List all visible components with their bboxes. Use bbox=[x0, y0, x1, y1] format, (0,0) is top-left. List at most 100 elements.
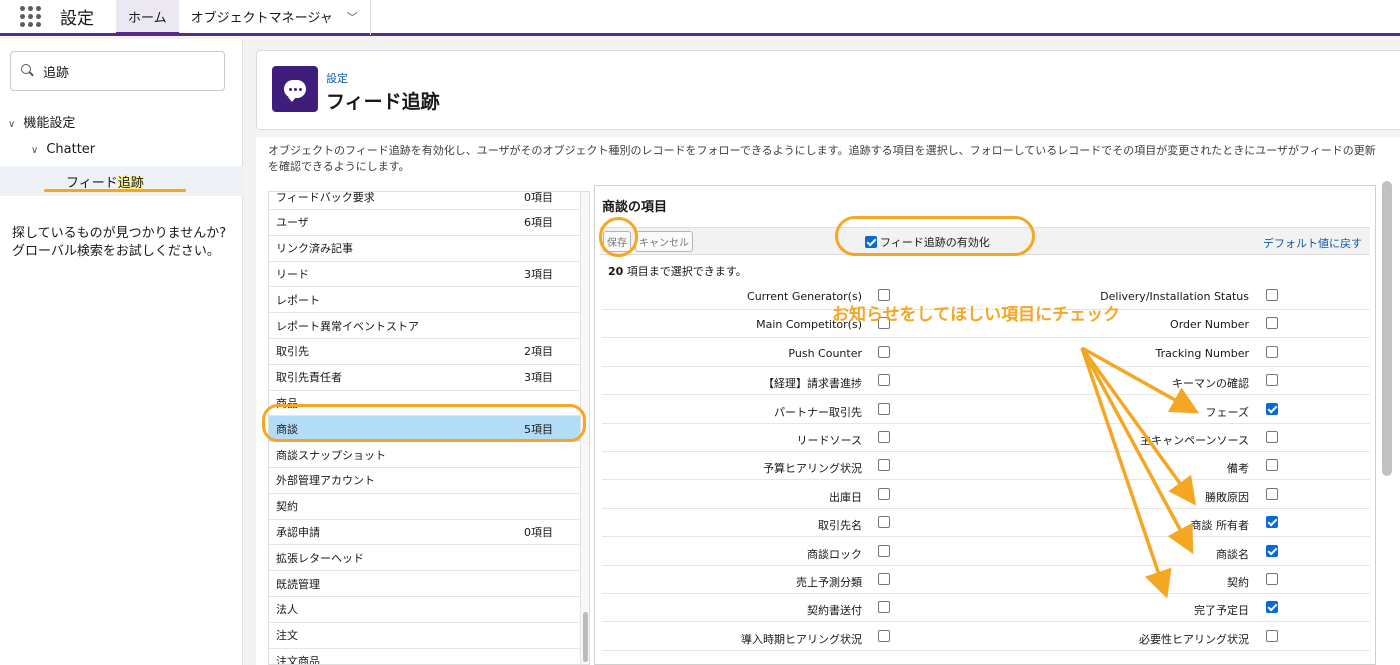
tab-object-manager[interactable]: オブジェクトマネージャ ﹀ bbox=[179, 0, 371, 35]
object-field-count: 0項目 bbox=[524, 525, 553, 539]
object-list-item[interactable]: 取引先責任者 3項目 bbox=[269, 365, 581, 391]
field-label: 予算ヒアリング状況 bbox=[763, 462, 862, 476]
object-list-item[interactable]: 法人 bbox=[269, 597, 581, 623]
field-checkbox[interactable] bbox=[878, 487, 890, 500]
tree-item-label: Chatter bbox=[46, 142, 96, 157]
field-checkbox[interactable] bbox=[1266, 345, 1278, 358]
object-list-item[interactable]: レポート異常イベントストア bbox=[269, 313, 581, 339]
field-checkbox[interactable] bbox=[878, 516, 890, 529]
object-list-item[interactable]: 商談スナップショット bbox=[269, 442, 581, 468]
field-checkbox[interactable] bbox=[1266, 544, 1278, 557]
object-name: リンク済み記事 bbox=[276, 242, 353, 256]
object-list-item[interactable]: フィードバック要求 0項目 bbox=[269, 191, 581, 210]
object-list-item[interactable]: 外部管理アカウント bbox=[269, 468, 581, 494]
field-checkbox[interactable] bbox=[1266, 459, 1278, 472]
field-row: 契約書送付 完了予定日 bbox=[602, 594, 1370, 623]
page-title: フィード追跡 bbox=[326, 91, 440, 113]
object-name: 商談 bbox=[276, 422, 298, 436]
field-checkbox[interactable] bbox=[1266, 601, 1278, 614]
field-checkbox[interactable] bbox=[878, 459, 890, 472]
field-checkbox[interactable] bbox=[1266, 629, 1278, 642]
app-launcher-icon[interactable] bbox=[18, 5, 42, 29]
field-checkbox[interactable] bbox=[878, 573, 890, 585]
object-list-item[interactable]: 注文 bbox=[269, 623, 581, 649]
main-content: オブジェクトのフィード追跡を有効化し、ユーザがそのオブジェクト種別のレコードをフ… bbox=[256, 137, 1400, 665]
global-header: 設定 ホーム オブジェクトマネージャ ﹀ bbox=[0, 0, 1400, 36]
chevron-down-icon: ∨ bbox=[31, 145, 39, 156]
object-list-scrollbar[interactable] bbox=[580, 192, 589, 664]
object-list-item[interactable]: 拡張レターヘッド bbox=[269, 545, 581, 572]
field-checkbox[interactable] bbox=[1266, 289, 1278, 301]
field-label: 取引先名 bbox=[818, 519, 862, 533]
restore-defaults-link[interactable]: デフォルト値に戻す bbox=[1263, 235, 1362, 251]
field-label: リードソース bbox=[796, 434, 862, 447]
field-checkbox[interactable] bbox=[878, 345, 890, 358]
object-list-item[interactable]: レポート bbox=[269, 287, 581, 314]
field-row: 取引先名 商談 所有者 bbox=[602, 509, 1370, 538]
field-label: 出庫日 bbox=[829, 490, 862, 504]
object-list-item[interactable]: 既読管理 bbox=[269, 571, 581, 597]
field-row: 予算ヒアリング状況 備考 bbox=[602, 452, 1370, 481]
object-list-item[interactable]: 商談 5項目 bbox=[269, 416, 581, 443]
cancel-button[interactable]: キャンセル bbox=[635, 231, 693, 252]
object-name: ユーザ bbox=[276, 216, 309, 230]
object-list-item[interactable]: 注文商品 bbox=[269, 648, 581, 664]
enable-feed-tracking[interactable]: フィード追跡の有効化 bbox=[865, 234, 990, 250]
field-checkbox[interactable] bbox=[878, 601, 890, 614]
field-row: 売上予測分類 契約 bbox=[602, 566, 1370, 594]
object-field-count: 0項目 bbox=[524, 191, 553, 204]
breadcrumb[interactable]: 設定 bbox=[326, 70, 348, 86]
chevron-down-icon[interactable]: ﹀ bbox=[347, 9, 358, 25]
scrollbar-thumb[interactable] bbox=[583, 612, 588, 662]
object-name: 拡張レターヘッド bbox=[276, 551, 364, 565]
chevron-down-icon: ∨ bbox=[8, 119, 16, 130]
field-checkbox[interactable] bbox=[878, 431, 890, 443]
field-row: 導入時期ヒアリング状況 必要性ヒアリング状況 bbox=[602, 623, 1370, 651]
object-list-item[interactable]: リンク済み記事 bbox=[269, 236, 581, 262]
quick-find-box[interactable] bbox=[10, 51, 225, 91]
field-row: Push Counter Tracking Number bbox=[602, 339, 1370, 367]
object-name: 法人 bbox=[276, 603, 298, 617]
page-scrollbar[interactable] bbox=[1382, 181, 1392, 476]
object-list-item[interactable]: 契約 bbox=[269, 494, 581, 520]
field-checkbox[interactable] bbox=[1266, 487, 1278, 500]
object-field-count: 3項目 bbox=[524, 371, 553, 385]
field-checkbox[interactable] bbox=[1266, 516, 1278, 529]
object-list-item[interactable]: 取引先 2項目 bbox=[269, 339, 581, 365]
object-list-item[interactable]: 商品 bbox=[269, 390, 581, 417]
object-list-item[interactable]: 承認申請 0項目 bbox=[269, 519, 581, 546]
object-list-item[interactable]: ユーザ 6項目 bbox=[269, 210, 581, 236]
field-row: パートナー取引先 フェーズ bbox=[602, 396, 1370, 424]
object-name: 契約 bbox=[276, 500, 298, 514]
search-icon bbox=[21, 64, 35, 78]
field-checkbox[interactable] bbox=[878, 544, 890, 557]
field-checkbox[interactable] bbox=[878, 402, 890, 415]
field-label: Tracking Number bbox=[1155, 346, 1249, 360]
save-button[interactable]: 保存 bbox=[603, 231, 631, 252]
field-checkbox[interactable] bbox=[878, 374, 890, 387]
field-label: 備考 bbox=[1227, 462, 1249, 476]
object-name: 既読管理 bbox=[276, 577, 320, 591]
field-checkbox[interactable] bbox=[1266, 402, 1278, 415]
object-name: 商品 bbox=[276, 396, 298, 410]
field-label: Push Counter bbox=[788, 346, 862, 360]
object-list-item[interactable]: リード 3項目 bbox=[269, 261, 581, 288]
setup-sidebar: ∨機能設定 ∨Chatter フィード追跡 探しているものが見つかりませんか? … bbox=[0, 39, 243, 665]
field-checkbox[interactable] bbox=[878, 629, 890, 642]
object-name: 商談スナップショット bbox=[276, 448, 386, 462]
help-text: 探しているものが見つかりませんか? グローバル検索をお試しください。 bbox=[12, 225, 237, 261]
tab-home[interactable]: ホーム bbox=[116, 0, 179, 35]
field-row: 商談ロック 商談名 bbox=[602, 538, 1370, 566]
field-label: 【経理】請求書進捗 bbox=[763, 377, 862, 391]
app-name: 設定 bbox=[60, 9, 94, 29]
field-checkbox[interactable] bbox=[1266, 317, 1278, 330]
field-checkbox[interactable] bbox=[1266, 431, 1278, 443]
quick-find-input[interactable] bbox=[43, 63, 203, 79]
field-label: 導入時期ヒアリング状況 bbox=[741, 632, 862, 646]
field-checkbox[interactable] bbox=[1266, 374, 1278, 387]
tree-item-chatter[interactable]: ∨ Chatter bbox=[31, 142, 95, 157]
chat-bubble-icon bbox=[272, 66, 318, 112]
tree-item-feature-settings[interactable]: ∨ 機能設定 bbox=[8, 112, 75, 131]
field-checkbox[interactable] bbox=[1266, 573, 1278, 585]
enable-feed-tracking-checkbox[interactable] bbox=[865, 236, 877, 248]
